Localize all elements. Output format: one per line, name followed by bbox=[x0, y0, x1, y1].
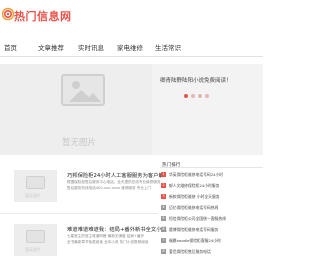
logo-icon[interactable] bbox=[2, 6, 14, 22]
article-item[interactable]: 暂无图片 难道难道难道我：结局+番外新书全文小说 七星宫主的宫主难道阿嬷 最新无… bbox=[8, 219, 167, 267]
slider-placeholder-caption: 暂无图片 bbox=[62, 138, 97, 148]
article-title[interactable]: 难道难道难道我：结局+番外新书全文小说 bbox=[67, 225, 167, 233]
rank-badge: 7 bbox=[161, 238, 166, 243]
ranking-item[interactable]: 7 福鼎noodle保险柜客服24小时 bbox=[161, 237, 261, 245]
article-summary-line: 根据保险柜售后服务中心电话，全天提供在线专业维修服务 bbox=[67, 180, 161, 184]
hot-ranking-panel: 热门排行 1 华英保险柜维修电话号码24小时 2 郁人文维修保险柜24小时服务 … bbox=[160, 158, 263, 267]
nav-item-appliance-repair[interactable]: 家电维修 bbox=[117, 42, 143, 52]
article-summary-line: 售后服务热线电话400-xxx-xxxx 维修服务 专业上门 bbox=[67, 186, 152, 190]
image-placeholder-icon bbox=[26, 176, 45, 189]
ranking-link[interactable]: 华英保险柜维修电话号码24小时 bbox=[169, 172, 223, 178]
nav-item-life-tips[interactable]: 生活常识 bbox=[155, 42, 181, 52]
article-summary-line: 七星宫主的宫主难道阿嬷 最新无弹窗 结局+番外 bbox=[67, 234, 145, 238]
thumbnail-caption: 暂无图片 bbox=[25, 193, 41, 198]
article-item[interactable]: 暂无图片 巧邦保险柜24小时人工客服服务为客户解 根据保险柜售后服务中心电话，全… bbox=[8, 165, 164, 213]
hot-ranking-heading: 热门排行 bbox=[162, 163, 181, 168]
hot-ranking-header: 热门排行 bbox=[160, 158, 263, 168]
rank-badge: 5 bbox=[161, 216, 166, 221]
ranking-item[interactable]: 6 晨博保险柜维修电话号码服务 bbox=[161, 226, 261, 234]
slider-title[interactable]: 卿青陆野陆阳小说免费阅读！ bbox=[160, 76, 232, 84]
featured-slider[interactable]: 暂无图片 卿青陆野陆阳小说免费阅读！ bbox=[0, 64, 263, 155]
image-placeholder-icon bbox=[61, 74, 105, 106]
ranking-item[interactable]: 3 新款保险柜维修 小时全天服务 bbox=[161, 193, 261, 201]
ranking-link[interactable]: 迈亿保险柜维修电话号码热线 bbox=[169, 205, 218, 211]
site-logo-text[interactable]: 热门信息网 bbox=[14, 8, 72, 24]
article-summary-line: 全书最新章节免费阅读 全本小说 热门小说推荐阅读 bbox=[67, 240, 149, 244]
ranking-item[interactable]: 8 爱侣保险柜售后服务电话 bbox=[161, 248, 261, 256]
ranking-item[interactable]: 1 华英保险柜维修电话号码24小时 bbox=[161, 171, 261, 179]
nav-item-home[interactable]: 首页 bbox=[4, 42, 17, 52]
rank-badge: 4 bbox=[161, 205, 166, 210]
ranking-item[interactable]: 5 恒信保险柜公司全国统一客服热线 bbox=[161, 215, 261, 223]
article-title[interactable]: 巧邦保险柜24小时人工客服服务为客户解 bbox=[67, 171, 164, 179]
list-divider bbox=[0, 213, 158, 214]
article-thumbnail[interactable]: 暂无图片 bbox=[14, 224, 57, 256]
ranking-item[interactable]: 4 迈亿保险柜维修电话号码热线 bbox=[161, 204, 261, 212]
slider-pagination bbox=[184, 94, 209, 98]
thumbnail-caption: 暂无图片 bbox=[25, 247, 41, 252]
slider-dot-3[interactable] bbox=[198, 94, 202, 98]
slider-dot-2[interactable] bbox=[191, 94, 195, 98]
site-header: 热门信息网 bbox=[0, 0, 263, 34]
rank-badge: 1 bbox=[161, 172, 166, 177]
rank-badge: 8 bbox=[161, 249, 166, 254]
ranking-link[interactable]: 爱侣保险柜售后服务电话 bbox=[169, 249, 211, 255]
article-thumbnail[interactable]: 暂无图片 bbox=[14, 170, 57, 202]
rank-badge: 2 bbox=[161, 183, 166, 188]
ranking-link[interactable]: 恒信保险柜公司全国统一客服热线 bbox=[169, 216, 226, 222]
nav-item-recommended[interactable]: 文章推荐 bbox=[38, 42, 64, 52]
ranking-link[interactable]: 新款保险柜维修 小时全天服务 bbox=[169, 194, 220, 200]
ranking-link[interactable]: 福鼎noodle保险柜客服24小时 bbox=[169, 238, 221, 244]
ranking-link[interactable]: 郁人文维修保险柜24小时服务 bbox=[169, 183, 219, 189]
main-nav: 首页 文章推荐 实时讯息 家电维修 生活常识 bbox=[0, 39, 263, 57]
slider-image-placeholder[interactable]: 暂无图片 bbox=[0, 64, 152, 155]
ranking-link[interactable]: 晨博保险柜维修电话号码服务 bbox=[169, 227, 218, 233]
slider-dot-1[interactable] bbox=[184, 94, 188, 98]
rank-badge: 3 bbox=[161, 194, 166, 199]
nav-item-news[interactable]: 实时讯息 bbox=[78, 42, 104, 52]
image-placeholder-icon bbox=[26, 230, 45, 243]
rank-badge: 6 bbox=[161, 227, 166, 232]
slider-dot-4[interactable] bbox=[205, 94, 209, 98]
ranking-item[interactable]: 2 郁人文维修保险柜24小时服务 bbox=[161, 182, 261, 190]
